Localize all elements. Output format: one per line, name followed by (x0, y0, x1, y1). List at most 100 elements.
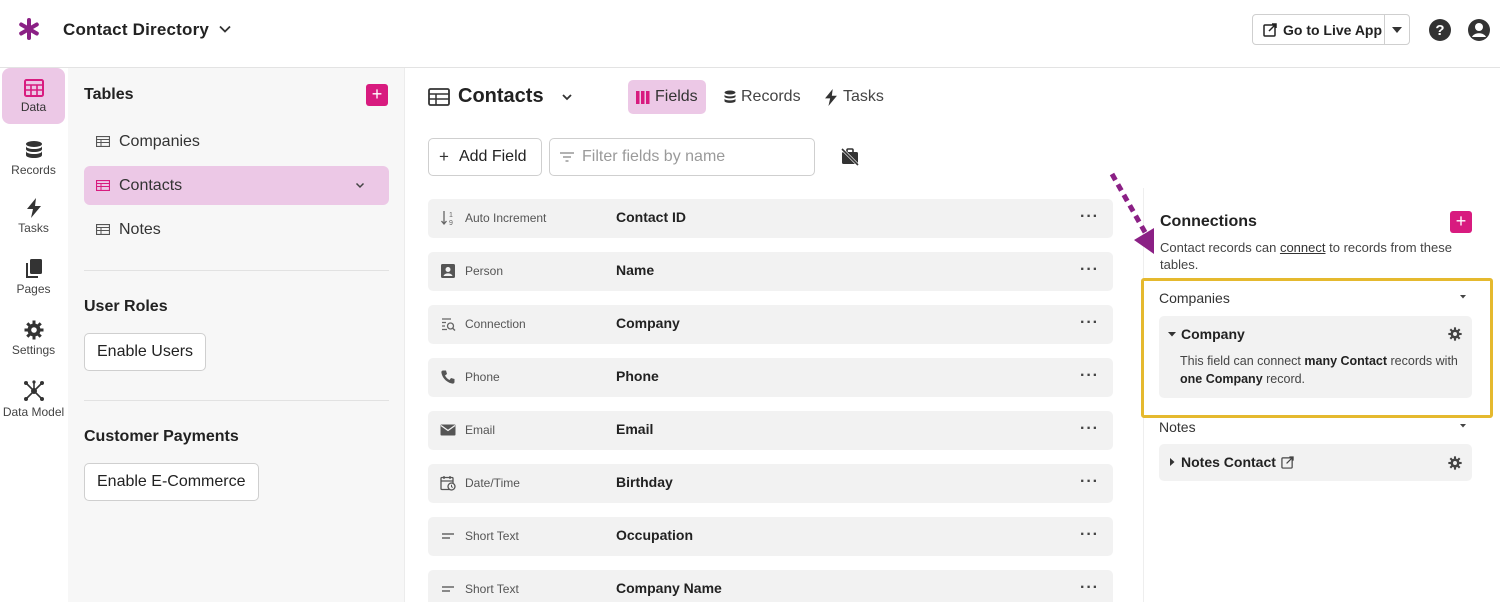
filter-fields-box[interactable] (549, 138, 815, 176)
calendar-clock-icon (440, 476, 456, 491)
cbody-text: This field can connect (1180, 354, 1305, 368)
chevron-down-icon[interactable] (354, 179, 366, 191)
table-item-label: Contacts (119, 176, 183, 194)
field-name: Company (616, 315, 680, 331)
short-text-icon (442, 533, 454, 539)
field-row[interactable]: Date/Time Birthday ··· (428, 464, 1113, 503)
connect-link[interactable]: connect (1280, 240, 1326, 255)
tables-panel: Tables + Companies Contacts Notes User R… (68, 68, 405, 602)
external-link-icon (1263, 22, 1277, 37)
field-row[interactable]: Connection Company ··· (428, 305, 1113, 344)
filter-fields-input[interactable] (582, 148, 802, 166)
tables-heading: Tables (84, 86, 134, 103)
tab-fields[interactable]: Fields (628, 80, 706, 114)
field-row[interactable]: Short Text Company Name ··· (428, 570, 1113, 602)
envelope-icon (440, 424, 456, 436)
nav-item-data-model[interactable]: Data Model (2, 371, 65, 427)
field-name: Contact ID (616, 209, 686, 225)
more-options-icon[interactable]: ··· (1080, 579, 1099, 597)
add-field-label: Add Field (458, 148, 527, 165)
more-options-icon[interactable]: ··· (1080, 473, 1099, 491)
nav-item-settings[interactable]: Settings (2, 310, 65, 366)
field-row[interactable]: Email Email ··· (428, 411, 1113, 450)
field-type: Short Text (465, 529, 519, 543)
more-options-icon[interactable]: ··· (1080, 261, 1099, 279)
tab-tasks[interactable]: Tasks (816, 80, 892, 114)
cbody-text: records with (1387, 354, 1458, 368)
connection-name-label: Notes Contact (1181, 454, 1276, 470)
nav-label-data: Data (20, 99, 47, 114)
field-name: Email (616, 421, 654, 437)
caret-down-icon[interactable] (1458, 292, 1468, 302)
caret-down-icon[interactable] (1458, 421, 1468, 431)
external-link-icon[interactable] (1281, 455, 1294, 469)
divider (84, 400, 389, 401)
nav-item-records[interactable]: Records (2, 130, 65, 186)
connections-heading: Connections (1160, 213, 1257, 230)
person-card-icon (441, 264, 455, 278)
tab-records[interactable]: Records (716, 80, 809, 114)
gear-icon (24, 320, 43, 339)
table-title[interactable]: Contacts (428, 85, 574, 108)
caret-down-icon[interactable] (1167, 329, 1177, 339)
field-type: Date/Time (465, 476, 520, 490)
add-connection-button[interactable]: + (1450, 211, 1472, 233)
enable-users-button[interactable]: Enable Users (84, 333, 207, 371)
more-options-icon[interactable]: ··· (1080, 314, 1099, 332)
annotation-arrow-icon (1109, 172, 1154, 254)
table-item-label: Companies (119, 132, 200, 150)
caret-right-icon[interactable] (1167, 457, 1177, 467)
table-item-contacts[interactable]: Contacts (84, 166, 389, 205)
connection-group-companies[interactable]: Companies (1159, 290, 1230, 306)
top-bar: Contact Directory Go to Live App ? (0, 0, 1500, 68)
field-row[interactable]: Person Name ··· (428, 252, 1113, 291)
field-type: Person (465, 264, 504, 278)
live-app-dropdown-caret-icon[interactable] (1385, 15, 1409, 44)
table-item-notes[interactable]: Notes (84, 210, 389, 249)
svg-text:1: 1 (449, 212, 453, 219)
field-row[interactable]: Short Text Occupation ··· (428, 517, 1113, 556)
columns-icon (636, 90, 650, 104)
divider (84, 270, 389, 271)
asterisk-logo-icon[interactable] (17, 17, 41, 41)
chevron-down-icon[interactable] (560, 90, 574, 104)
field-name: Birthday (616, 474, 673, 490)
connection-name-label: Company (1181, 326, 1245, 342)
database-icon (25, 140, 42, 158)
more-options-icon[interactable]: ··· (1080, 208, 1099, 226)
gear-icon[interactable] (1448, 456, 1462, 470)
chevron-down-icon[interactable] (216, 20, 234, 38)
connection-card-company[interactable]: Company This field can connect many Cont… (1159, 316, 1472, 398)
nav-item-pages[interactable]: Pages (2, 249, 65, 305)
add-table-button[interactable]: + (366, 84, 388, 106)
svg-text:?: ? (1435, 22, 1444, 39)
short-text-icon (442, 586, 454, 592)
nav-label-data-model: Data Model (2, 404, 65, 419)
help-icon[interactable]: ? (1428, 18, 1452, 42)
connection-card-notes-contact[interactable]: Notes Contact (1159, 444, 1472, 481)
add-field-button[interactable]: + Add Field (428, 138, 542, 176)
more-options-icon[interactable]: ··· (1080, 420, 1099, 438)
nav-label-pages: Pages (16, 281, 51, 296)
connection-group-notes[interactable]: Notes (1159, 419, 1196, 435)
gear-icon[interactable] (1448, 327, 1462, 341)
app-title[interactable]: Contact Directory (63, 20, 209, 40)
table-item-companies[interactable]: Companies (84, 122, 389, 161)
hide-fields-icon[interactable] (840, 147, 860, 167)
field-row[interactable]: Phone Phone ··· (428, 358, 1113, 397)
nav-item-tasks[interactable]: Tasks (2, 188, 65, 244)
go-to-live-app-main[interactable]: Go to Live App (1253, 15, 1385, 44)
user-account-icon[interactable] (1467, 18, 1491, 42)
go-to-live-app-button[interactable]: Go to Live App (1252, 14, 1410, 45)
plus-icon: + (439, 147, 449, 166)
database-icon (724, 90, 736, 103)
nav-item-data[interactable]: Data (2, 68, 65, 124)
field-type: Auto Increment (465, 211, 547, 225)
enable-ecommerce-button[interactable]: Enable E-Commerce (84, 463, 259, 501)
table-item-label: Notes (119, 220, 161, 238)
more-options-icon[interactable]: ··· (1080, 526, 1099, 544)
nav-label-settings: Settings (11, 342, 56, 357)
table-icon (96, 224, 110, 235)
more-options-icon[interactable]: ··· (1080, 367, 1099, 385)
field-row[interactable]: 19 Auto Increment Contact ID ··· (428, 199, 1113, 238)
